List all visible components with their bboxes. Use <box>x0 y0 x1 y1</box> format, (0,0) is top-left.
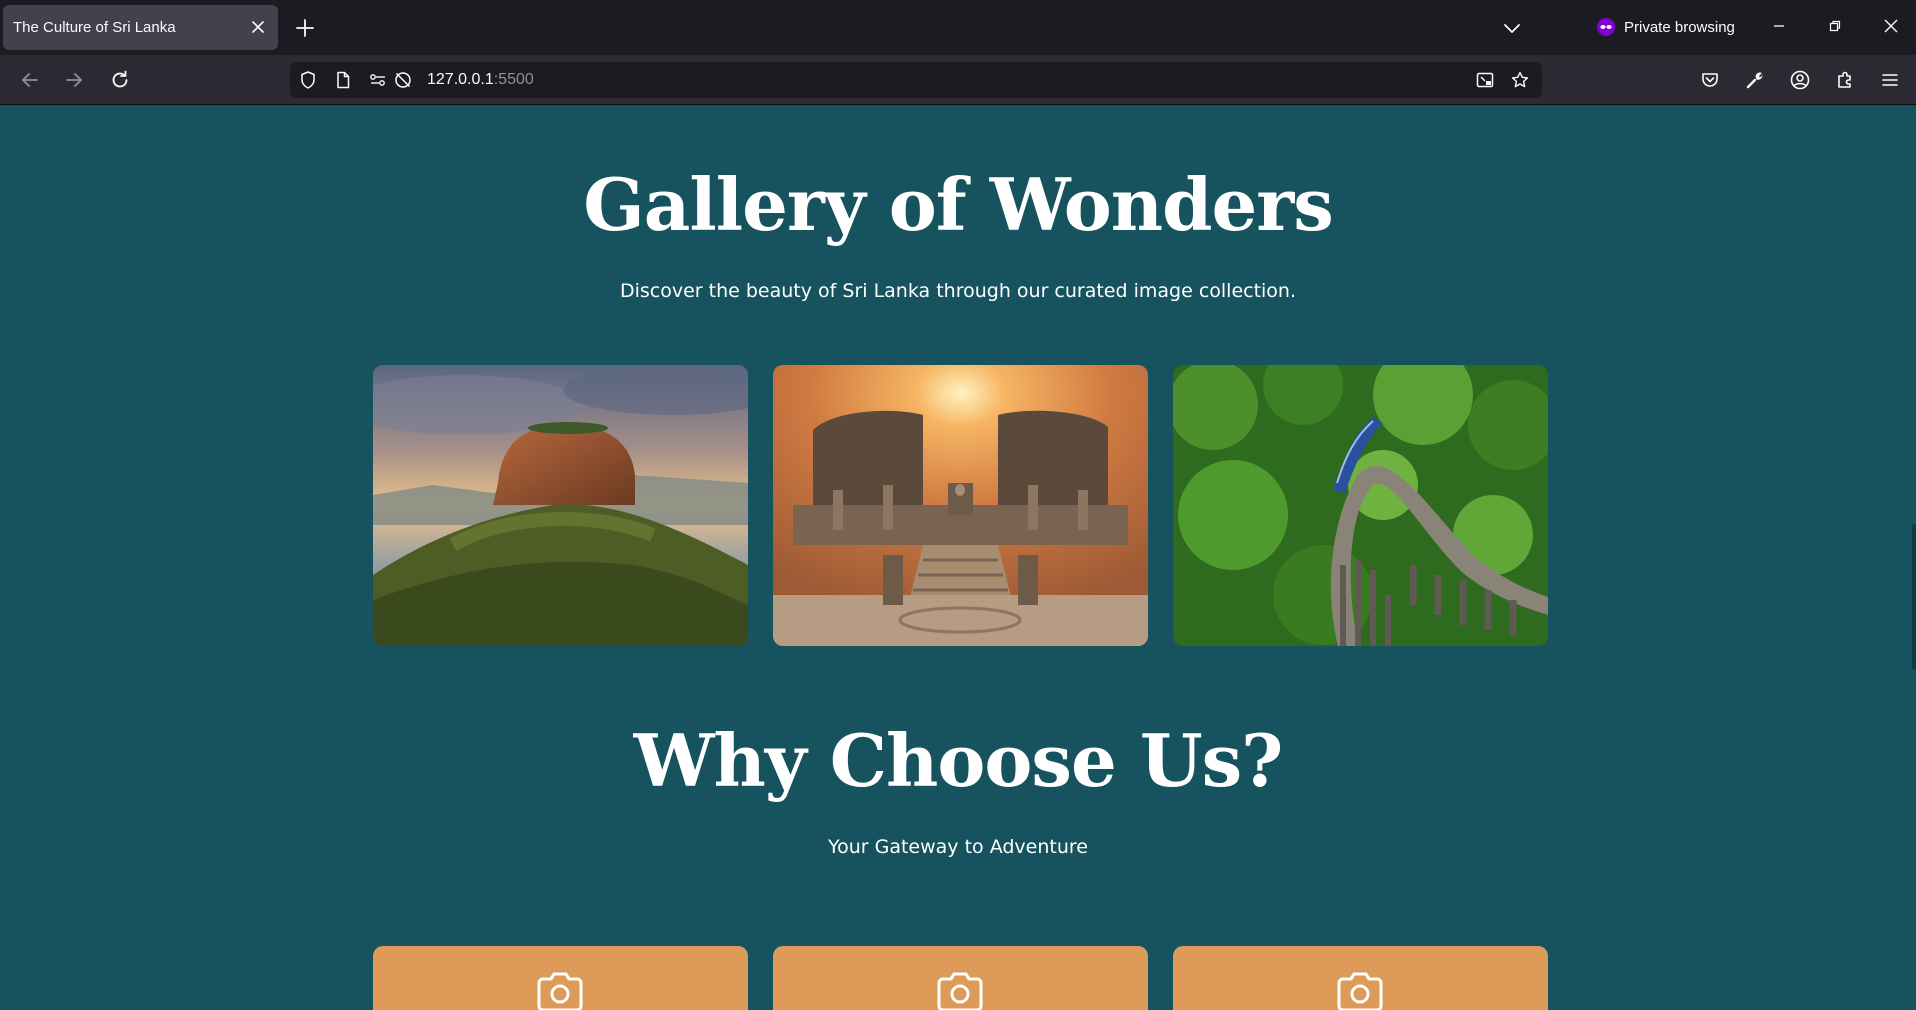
picture-in-picture-icon[interactable] <box>1475 70 1495 90</box>
gallery-title: Gallery of Wonders <box>583 162 1334 247</box>
restore-icon[interactable] <box>1823 14 1847 38</box>
menu-icon[interactable] <box>1878 68 1902 92</box>
wrench-icon[interactable] <box>1743 68 1767 92</box>
ancient-temple-ruins-image <box>773 365 1148 646</box>
url-host: 127.0.0.1 <box>427 71 494 88</box>
active-tab[interactable]: The Culture of Sri Lanka <box>3 5 278 50</box>
account-icon[interactable] <box>1788 68 1812 92</box>
gallery-image-train[interactable] <box>1173 365 1548 646</box>
private-browsing-indicator: Private browsing <box>1596 14 1735 40</box>
permissions-icon[interactable] <box>368 70 388 90</box>
new-tab-icon[interactable] <box>293 16 317 40</box>
tab-title: The Culture of Sri Lanka <box>13 19 176 36</box>
minimize-icon[interactable] <box>1767 14 1791 38</box>
camera-icon <box>937 972 983 1010</box>
page-scrollbar-thumb[interactable] <box>1912 524 1916 669</box>
bookmark-star-icon[interactable] <box>1510 70 1530 90</box>
tracking-protection-off-icon[interactable] <box>393 70 413 90</box>
gallery-image-sigiriya[interactable] <box>373 365 748 646</box>
gallery-subtitle: Discover the beauty of Sri Lanka through… <box>619 280 1297 302</box>
close-tab-icon[interactable] <box>248 17 268 37</box>
shield-icon[interactable] <box>298 70 318 90</box>
gallery-image-temple[interactable] <box>773 365 1148 646</box>
private-browsing-label: Private browsing <box>1624 18 1735 36</box>
tab-strip: The Culture of Sri Lanka Private browsin… <box>0 0 1916 55</box>
private-mask-icon <box>1597 18 1615 36</box>
close-window-icon[interactable] <box>1879 14 1903 38</box>
camera-icon <box>1337 972 1383 1010</box>
navigation-toolbar: 127.0.0.1:5500 <box>0 55 1916 105</box>
feature-card[interactable] <box>373 946 748 1010</box>
feature-card[interactable] <box>773 946 1148 1010</box>
feature-card[interactable] <box>1173 946 1548 1010</box>
reload-icon[interactable] <box>108 68 132 92</box>
forward-icon[interactable] <box>62 68 86 92</box>
sigiriya-rock-image <box>373 365 748 646</box>
extensions-icon[interactable] <box>1833 68 1857 92</box>
camera-icon <box>537 972 583 1010</box>
why-subtitle: Your Gateway to Adventure <box>828 836 1088 858</box>
chevron-down-icon[interactable] <box>1500 16 1524 40</box>
address-bar[interactable]: 127.0.0.1:5500 <box>290 62 1542 98</box>
page-viewport: Gallery of Wonders Discover the beauty o… <box>0 106 1916 1010</box>
page-icon[interactable] <box>333 70 353 90</box>
back-icon[interactable] <box>18 68 42 92</box>
train-on-bridge-image <box>1173 365 1548 646</box>
why-title: Why Choose Us? <box>633 718 1284 803</box>
url-port: :5500 <box>493 71 534 88</box>
pocket-icon[interactable] <box>1698 68 1722 92</box>
url-text[interactable]: 127.0.0.1:5500 <box>427 71 534 89</box>
